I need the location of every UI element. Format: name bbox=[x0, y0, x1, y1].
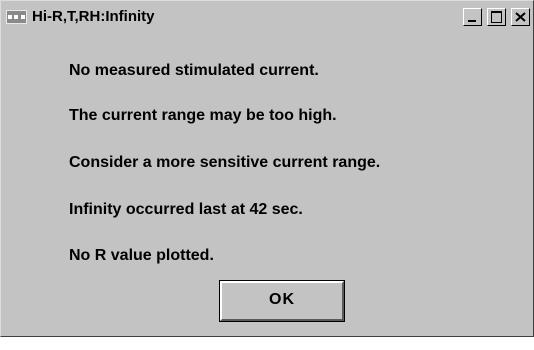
message-range-too-high: The current range may be too high. bbox=[69, 107, 337, 124]
dialog-window: Hi-R,T,RH:Infinity No measured stimulate… bbox=[0, 0, 534, 337]
message-consider-range: Consider a more sensitive current range. bbox=[69, 154, 381, 171]
message-no-r-value: No R value plotted. bbox=[69, 247, 214, 264]
message-infinity-time: Infinity occurred last at 42 sec. bbox=[69, 201, 303, 218]
title-bar[interactable]: Hi-R,T,RH:Infinity bbox=[2, 2, 532, 35]
ok-button-label: OK bbox=[269, 291, 295, 308]
window-title: Hi-R,T,RH:Infinity bbox=[32, 8, 155, 25]
app-window-icon[interactable] bbox=[6, 10, 27, 24]
minimize-button[interactable] bbox=[463, 8, 482, 26]
message-no-current: No measured stimulated current. bbox=[69, 62, 319, 79]
close-button[interactable] bbox=[511, 8, 530, 26]
ok-button[interactable]: OK bbox=[219, 280, 345, 322]
maximize-button[interactable] bbox=[487, 8, 506, 26]
close-icon bbox=[515, 12, 526, 22]
